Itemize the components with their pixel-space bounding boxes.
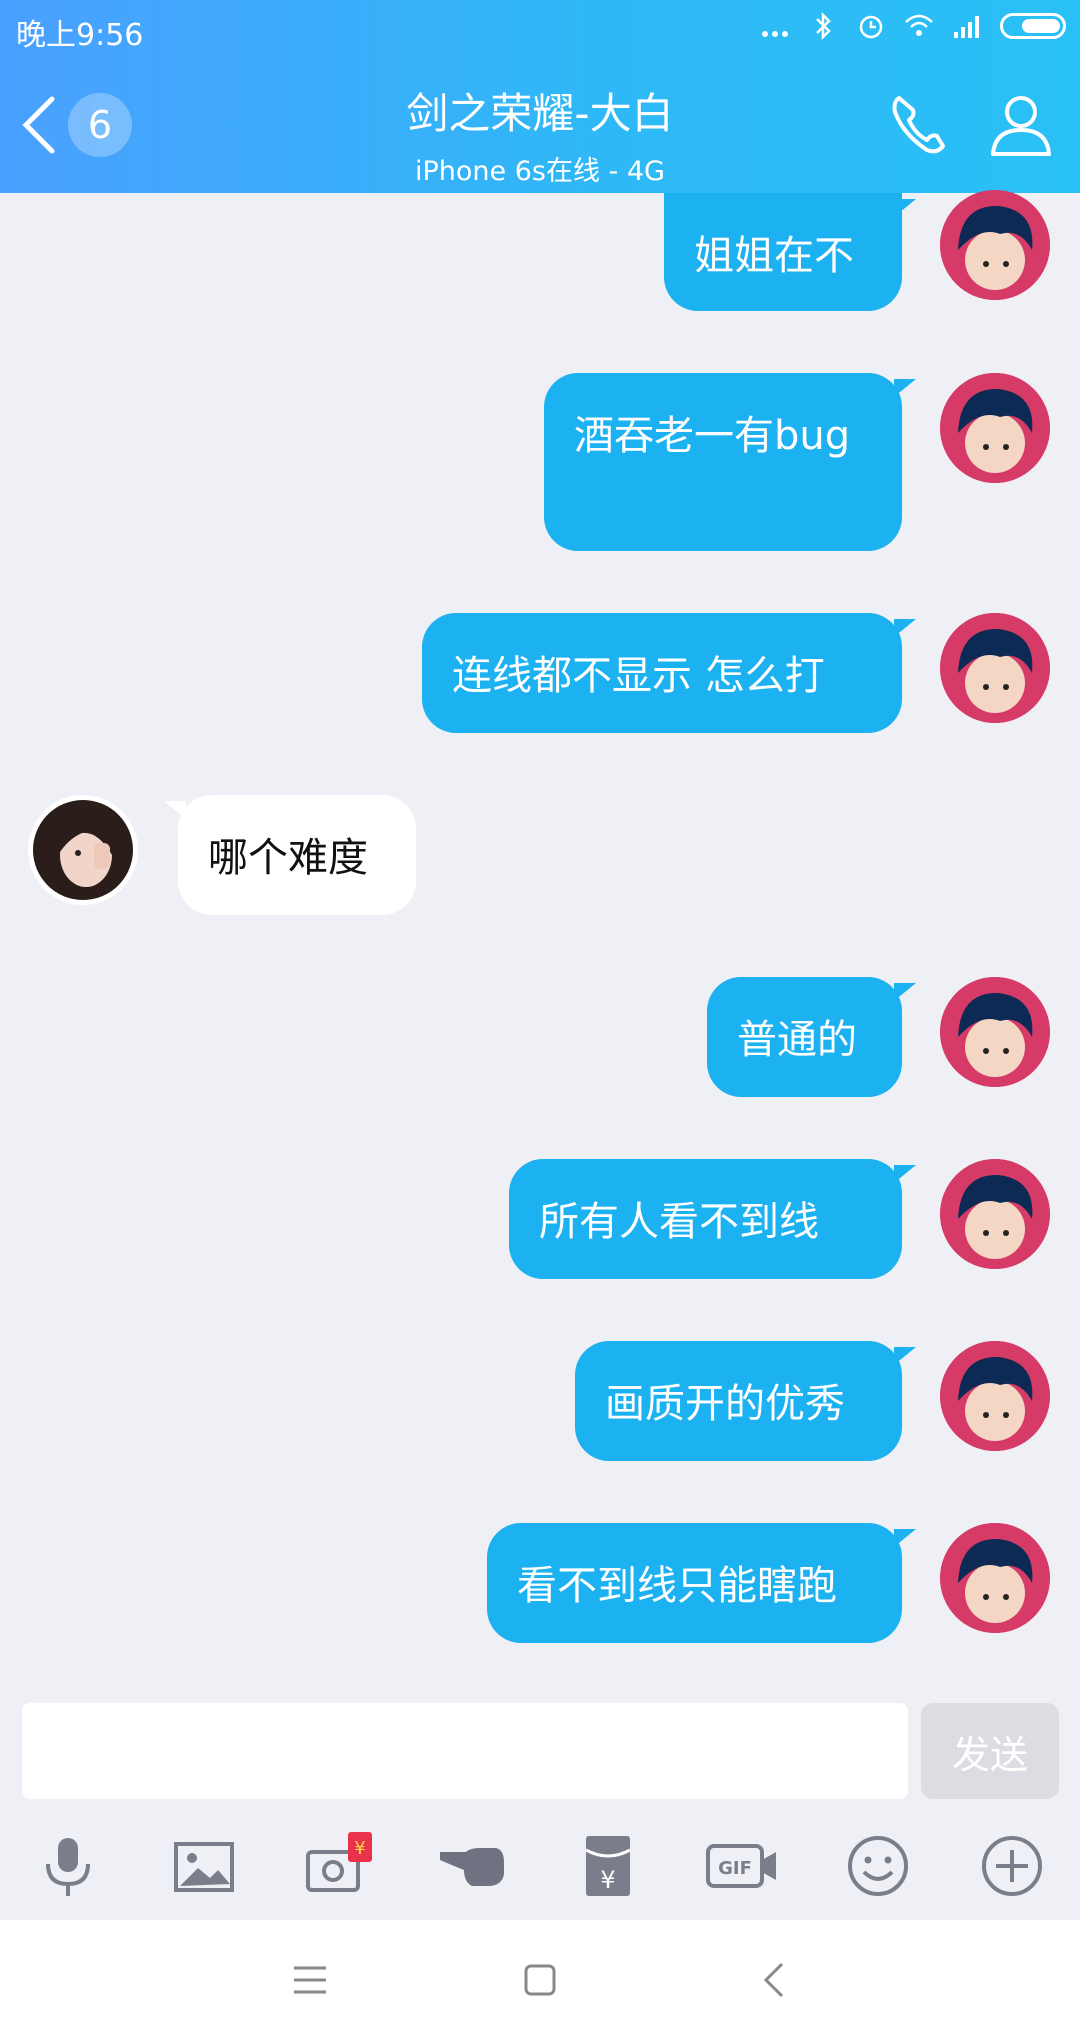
status-time: 晚上9:56	[16, 18, 144, 53]
message-text: 画质开的优秀	[605, 1381, 845, 1427]
avatar-other[interactable]	[28, 795, 138, 905]
message-bubble-outgoing[interactable]: 普通的	[707, 977, 916, 1097]
message-bubble-outgoing[interactable]: 姐姐在不	[664, 193, 916, 311]
gif-icon: GIF	[706, 1844, 776, 1888]
avatar-me[interactable]	[940, 1341, 1050, 1451]
home-square-icon	[524, 1964, 556, 1996]
cartoon-boy-avatar-icon	[940, 1159, 1050, 1269]
svg-text:¥: ¥	[600, 1866, 615, 1894]
avatar-me[interactable]	[940, 1523, 1050, 1633]
avatar-me[interactable]	[940, 613, 1050, 723]
mic-icon	[46, 1838, 90, 1896]
message-bubble-outgoing[interactable]: 所有人看不到线	[509, 1159, 916, 1279]
camera-button[interactable]: ¥	[302, 1830, 374, 1902]
more-button[interactable]	[976, 1830, 1048, 1902]
message-bubble-incoming[interactable]: 哪个难度	[164, 795, 416, 915]
more-dots-icon	[762, 31, 788, 37]
bluetooth-icon	[816, 12, 831, 40]
cartoon-boy-avatar-icon	[940, 1523, 1050, 1633]
alarm-icon	[859, 15, 883, 39]
cartoon-boy-avatar-icon	[940, 1341, 1050, 1451]
emoji-button[interactable]	[842, 1830, 914, 1902]
message-bubble-outgoing[interactable]: 看不到线只能瞎跑	[487, 1523, 916, 1643]
nav-back-button[interactable]	[752, 1958, 796, 2002]
status-icons	[760, 12, 1066, 40]
camera-redpacket-icon: ¥	[306, 1832, 372, 1892]
gif-button[interactable]: GIF	[706, 1830, 778, 1902]
phone-icon	[892, 96, 945, 154]
red-envelope-icon: ¥	[585, 1836, 631, 1896]
nav-home-button[interactable]	[518, 1958, 562, 2002]
message-text: 看不到线只能瞎跑	[517, 1563, 837, 1609]
message-text: 酒吞老一有bug	[574, 413, 851, 459]
message-text: 连线都不显示 怎么打	[452, 653, 825, 699]
cartoon-boy-avatar-icon	[940, 977, 1050, 1087]
voice-button[interactable]	[32, 1830, 104, 1902]
svg-text:¥: ¥	[354, 1838, 365, 1859]
message-input[interactable]	[22, 1703, 908, 1799]
profile-button[interactable]	[985, 88, 1057, 160]
nav-menu-button[interactable]	[288, 1958, 332, 2002]
nav-back-icon	[763, 1962, 784, 1998]
avatar-me[interactable]	[940, 190, 1050, 300]
woman-photo-avatar-icon	[28, 795, 138, 905]
wifi-icon	[905, 14, 933, 36]
svg-text:GIF: GIF	[718, 1858, 752, 1879]
poke-icon	[440, 1848, 504, 1886]
avatar-me[interactable]	[940, 373, 1050, 483]
cartoon-boy-avatar-icon	[940, 613, 1050, 723]
call-button[interactable]	[885, 88, 957, 160]
cartoon-boy-avatar-icon	[940, 190, 1050, 300]
red-envelope-button[interactable]: ¥	[572, 1830, 644, 1902]
battery-icon	[1000, 13, 1066, 39]
message-bubble-outgoing[interactable]: 酒吞老一有bug	[544, 373, 916, 551]
system-nav-bar	[0, 1920, 1080, 2040]
chat-header: 晚上9:56 6 剑之荣耀-大白 iPhone 6s在线 - 4G	[0, 0, 1080, 193]
emoji-icon	[848, 1836, 908, 1896]
message-text: 所有人看不到线	[539, 1199, 819, 1245]
image-button[interactable]	[168, 1830, 240, 1902]
message-bubble-outgoing[interactable]: 画质开的优秀	[575, 1341, 916, 1461]
image-icon	[174, 1842, 234, 1892]
avatar-me[interactable]	[940, 977, 1050, 1087]
input-toolbar: ¥ ¥ GIF	[0, 1810, 1080, 1920]
cartoon-boy-avatar-icon	[940, 373, 1050, 483]
profile-icon	[991, 96, 1051, 156]
plus-icon	[982, 1836, 1042, 1896]
message-text: 哪个难度	[208, 835, 368, 881]
message-text: 普通的	[737, 1017, 857, 1063]
message-text: 姐姐在不	[694, 233, 854, 279]
send-button[interactable]: 发送	[921, 1703, 1059, 1799]
poke-button[interactable]	[436, 1830, 508, 1902]
menu-icon	[294, 1966, 326, 1994]
signal-icon	[954, 16, 979, 38]
avatar-me[interactable]	[940, 1159, 1050, 1269]
message-bubble-outgoing[interactable]: 连线都不显示 怎么打	[422, 613, 916, 733]
